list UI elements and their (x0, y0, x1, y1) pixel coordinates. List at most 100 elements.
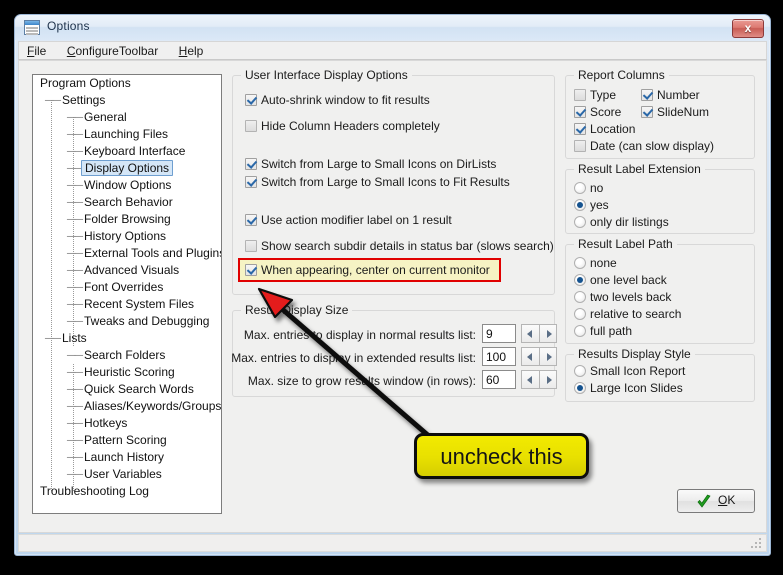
resize-grip-icon[interactable] (751, 537, 763, 549)
spinner-max-grow-rows (521, 370, 557, 389)
tree-item-program-options[interactable]: Program Options (33, 75, 221, 92)
spinner-decrement-icon[interactable] (521, 347, 540, 366)
tree-item-launch-history[interactable]: ── Launch History (33, 449, 221, 466)
radio-path-full-path[interactable]: full path (574, 324, 632, 338)
input-max-grow-rows[interactable]: 60 (482, 370, 516, 389)
tree-item-general[interactable]: ── General (33, 109, 221, 126)
results-display-style-group: Results Display Style Small Icon Report … (565, 347, 755, 402)
checkbox-center-on-current-monitor[interactable]: When appearing, center on current monito… (245, 263, 490, 277)
tree-item-search-behavior[interactable]: ── Search Behavior (33, 194, 221, 211)
tree-branch-icon: ── (67, 161, 83, 175)
radio-indicator (574, 182, 586, 194)
tree-branch-icon: ── (67, 178, 83, 192)
checkbox-indicator (245, 94, 257, 106)
spinner-increment-icon[interactable] (539, 347, 557, 366)
tree-item-window-options[interactable]: ── Window Options (33, 177, 221, 194)
spinner-decrement-icon[interactable] (521, 370, 540, 389)
tree-item-heuristic-scoring[interactable]: ── Heuristic Scoring (33, 364, 221, 381)
tree-item-recent-system-files[interactable]: ── Recent System Files (33, 296, 221, 313)
tree-item-display-options[interactable]: ── Display Options (33, 160, 221, 177)
radio-extension-only-dir-listings[interactable]: only dir listings (574, 215, 669, 229)
tree-branch-icon: ── (67, 127, 83, 141)
tree-item-advanced-visuals[interactable]: ── Advanced Visuals (33, 262, 221, 279)
tree-item-launching-files[interactable]: ── Launching Files (33, 126, 221, 143)
results-display-style-title: Results Display Style (574, 347, 695, 361)
checkbox-use-action-modifier-label[interactable]: Use action modifier label on 1 result (245, 213, 452, 227)
tree-item-external-tools-and-plugins[interactable]: ── External Tools and Plugins (33, 245, 221, 262)
checkbox-number[interactable]: Number (641, 88, 700, 102)
spinner-decrement-icon[interactable] (521, 324, 540, 343)
result-display-size-title: Result Display Size (241, 303, 353, 317)
tree-item-aliases-keywords-groups[interactable]: ── Aliases/Keywords/Groups (33, 398, 221, 415)
tree-item-troubleshooting-log[interactable]: Troubleshooting Log (33, 483, 221, 500)
tree-item-settings[interactable]: ── Settings (33, 92, 221, 109)
checkbox-hide-column-headers[interactable]: Hide Column Headers completely (245, 119, 440, 133)
checkbox-show-search-subdir-details[interactable]: Show search subdir details in status bar… (245, 239, 554, 253)
radio-path-two-levels-back[interactable]: two levels back (574, 290, 671, 304)
close-button[interactable]: x (732, 19, 764, 38)
menu-configure-toolbar[interactable]: ConfigureToolbar (59, 42, 166, 60)
radio-indicator (574, 382, 586, 394)
ok-button-label: OK (718, 493, 736, 507)
ok-button[interactable]: OK (677, 489, 755, 513)
radio-extension-no[interactable]: no (574, 181, 603, 195)
checkbox-location[interactable]: Location (574, 122, 635, 136)
checkbox-switch-icons-dirlists[interactable]: Switch from Large to Small Icons on DirL… (245, 157, 496, 171)
tree-branch-icon: ── (67, 467, 83, 481)
checkbox-score[interactable]: Score (574, 105, 621, 119)
tree-item-quick-search-words[interactable]: ── Quick Search Words (33, 381, 221, 398)
tree-branch-icon: ── (67, 263, 83, 277)
checkbox-auto-shrink-window[interactable]: Auto-shrink window to fit results (245, 93, 430, 107)
spinner-max-entries-extended (521, 347, 557, 366)
checkbox-type[interactable]: Type (574, 88, 616, 102)
options-window: Options x File ConfigureToolbar Help Pro… (14, 14, 771, 556)
radio-path-one-level-back[interactable]: one level back (574, 273, 667, 287)
tree-branch-icon: ── (45, 331, 61, 345)
tree-branch-icon: ── (67, 450, 83, 464)
input-max-entries-normal[interactable]: 9 (482, 324, 516, 343)
tree-item-keyboard-interface[interactable]: ── Keyboard Interface (33, 143, 221, 160)
radio-style-small-icon-report[interactable]: Small Icon Report (574, 364, 685, 378)
checkbox-indicator (574, 89, 586, 101)
menu-file[interactable]: File (19, 42, 54, 60)
radio-style-large-icon-slides[interactable]: Large Icon Slides (574, 381, 683, 395)
result-label-path-group: Result Label Path none one level back tw… (565, 237, 755, 344)
checkbox-switch-icons-fit-results[interactable]: Switch from Large to Small Icons to Fit … (245, 175, 510, 189)
checkbox-indicator (245, 158, 257, 170)
tree-branch-icon: ── (67, 110, 83, 124)
checkbox-slidenum[interactable]: SlideNum (641, 105, 709, 119)
tree-item-history-options[interactable]: ── History Options (33, 228, 221, 245)
report-columns-group: Report Columns Type Number Score SlideNu… (565, 68, 755, 159)
tree-item-tweaks-and-debugging[interactable]: ── Tweaks and Debugging (33, 313, 221, 330)
tree-branch-icon: ── (67, 348, 83, 362)
tree-branch-icon: ── (67, 297, 83, 311)
tree-item-hotkeys[interactable]: ── Hotkeys (33, 415, 221, 432)
settings-tree[interactable]: Program Options ── Settings ── General ─… (32, 74, 222, 514)
menu-help[interactable]: Help (171, 42, 212, 60)
screenshot-root: Options x File ConfigureToolbar Help Pro… (0, 0, 783, 575)
tree-item-lists[interactable]: ── Lists (33, 330, 221, 347)
tree-branch-icon: ── (67, 365, 83, 379)
tree-item-folder-browsing[interactable]: ── Folder Browsing (33, 211, 221, 228)
radio-path-none[interactable]: none (574, 256, 617, 270)
tree-branch-icon: ── (67, 144, 83, 158)
status-bar (18, 534, 767, 552)
tree-item-search-folders[interactable]: ── Search Folders (33, 347, 221, 364)
checkbox-date[interactable]: Date (can slow display) (574, 139, 714, 153)
radio-indicator (574, 308, 586, 320)
tree-item-user-variables[interactable]: ── User Variables (33, 466, 221, 483)
tree-branch-icon: ── (67, 416, 83, 430)
input-max-entries-extended[interactable]: 100 (482, 347, 516, 366)
radio-indicator (574, 274, 586, 286)
tree-branch-icon: ── (67, 280, 83, 294)
menu-bar: File ConfigureToolbar Help (18, 41, 767, 60)
checkbox-indicator (641, 89, 653, 101)
tree-item-pattern-scoring[interactable]: ── Pattern Scoring (33, 432, 221, 449)
radio-extension-yes[interactable]: yes (574, 198, 609, 212)
spinner-increment-icon[interactable] (539, 370, 557, 389)
radio-indicator (574, 365, 586, 377)
radio-path-relative-to-search[interactable]: relative to search (574, 307, 681, 321)
tree-branch-icon: ── (67, 246, 83, 260)
spinner-increment-icon[interactable] (539, 324, 557, 343)
tree-item-font-overrides[interactable]: ── Font Overrides (33, 279, 221, 296)
